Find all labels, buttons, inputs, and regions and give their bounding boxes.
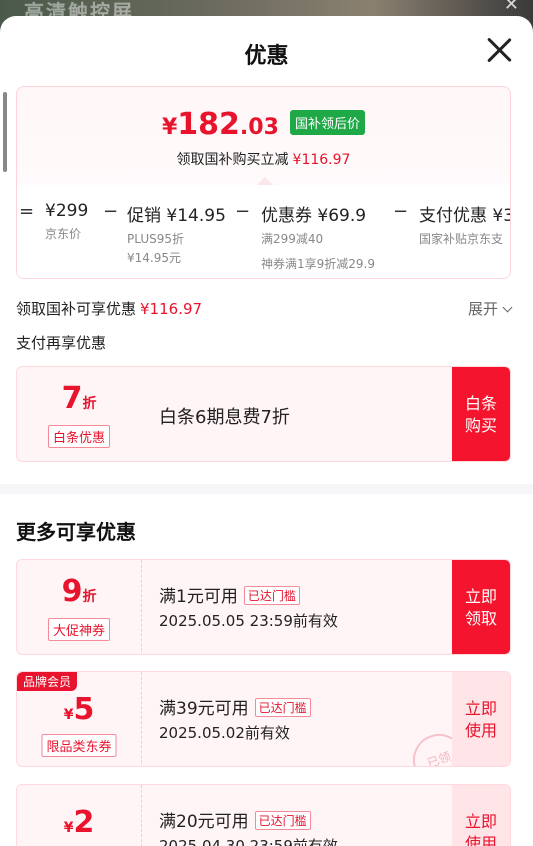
price-breakdown[interactable]: = ¥299 京东价 − 促销 ¥14.95 PLUS95折 ¥14.95元 −… bbox=[17, 185, 511, 278]
button-line1: 立即 bbox=[464, 587, 497, 606]
section-divider bbox=[0, 484, 533, 494]
subsidy-discount-value: ¥116.97 bbox=[292, 152, 351, 168]
use-coupon-button[interactable]: 立即 使用 bbox=[452, 672, 510, 766]
jd-price-label: 京东价 bbox=[45, 227, 82, 241]
breakdown-pointer bbox=[257, 177, 273, 185]
coupon-value: 9折 bbox=[61, 574, 97, 609]
breakdown-promo: 促销 ¥14.95 PLUS95折 ¥14.95元 bbox=[127, 201, 226, 266]
coupon-title: 白条6期息费7折 bbox=[159, 407, 290, 428]
expand-button[interactable]: 展开 bbox=[467, 298, 513, 319]
promo-value: 促销 ¥14.95 bbox=[127, 206, 226, 226]
price-currency: ¥ bbox=[161, 115, 178, 140]
minus-sign: − bbox=[235, 201, 251, 222]
breakdown-coupon: 优惠券 ¥69.9 满299减40 神券满1享9折减29.9 bbox=[261, 201, 375, 272]
coupon-sub2: 神券满1享9折减29.9 bbox=[261, 257, 375, 271]
coupon-title: 满39元可用 已达门槛 bbox=[159, 694, 311, 719]
baitiao-coupon: 7折 白条优惠 白条6期息费7折 白条 购买 bbox=[16, 366, 511, 462]
promo-sub2: ¥14.95元 bbox=[127, 251, 181, 265]
button-line1: 立即 bbox=[464, 699, 497, 718]
pay-discount-value: 支付优惠 ¥3 bbox=[419, 206, 511, 226]
coupon-value-block: 9折 大促神券 bbox=[17, 560, 141, 654]
subsidy-discount-line: 领取国补购买立减 ¥116.97 bbox=[17, 149, 510, 169]
button-line2: 购买 bbox=[464, 416, 497, 435]
coupon-card: ¥2 满20元可用 已达门槛 2025.04.30 23:59前有效 立即 使用 bbox=[16, 784, 511, 846]
subsidy-discount-label: 领取国补购买立减 bbox=[176, 152, 289, 168]
use-coupon-button[interactable]: 立即 使用 bbox=[452, 785, 510, 846]
coupon-title: 满20元可用 已达门槛 bbox=[159, 807, 311, 832]
subsidy-summary-value: ¥116.97 bbox=[140, 300, 203, 318]
threshold-badge: 已达门槛 bbox=[254, 811, 311, 830]
final-price: ¥182.03 国补领后价 bbox=[17, 107, 510, 142]
coupon-divider bbox=[141, 785, 142, 846]
breakdown-pay: 支付优惠 ¥3 国家补贴京东支 bbox=[419, 201, 511, 247]
coupon-type-label: 限品类东券 bbox=[41, 734, 117, 757]
baitiao-buy-button[interactable]: 白条 购买 bbox=[452, 367, 510, 461]
minus-sign: − bbox=[103, 201, 119, 222]
jd-price-value: ¥299 bbox=[45, 201, 89, 221]
price-integer: 182 bbox=[177, 107, 240, 142]
coupon-type-label: 白条优惠 bbox=[47, 425, 111, 448]
subsidy-price-tag: 国补领后价 bbox=[290, 110, 366, 135]
coupon-expiry: 2025.05.05 23:59前有效 bbox=[159, 612, 338, 630]
coupon-value: ¥2 bbox=[63, 805, 95, 840]
button-line2: 领取 bbox=[464, 609, 497, 628]
coupon-value-block: ¥2 bbox=[17, 785, 141, 846]
subsidy-summary-label: 领取国补可享优惠 bbox=[16, 300, 137, 318]
coupon-card: ¥5 限品类东券 品牌会员 满39元可用 已达门槛 2025.05.02前有效 已… bbox=[16, 671, 511, 767]
coupon-value: ¥5 bbox=[63, 692, 95, 727]
coupon-sub: 满299减40 bbox=[261, 232, 324, 246]
button-line2: 使用 bbox=[464, 834, 497, 846]
coupon-title: 满1元可用 已达门槛 bbox=[159, 582, 300, 607]
button-line1: 立即 bbox=[464, 812, 497, 831]
price-decimal: .03 bbox=[239, 115, 279, 140]
background-close-icon[interactable]: ✕ bbox=[504, 0, 519, 15]
more-discounts-title: 更多可享优惠 bbox=[16, 520, 136, 544]
coupon-type-label: 大促神券 bbox=[47, 618, 111, 641]
pay-again-label: 支付再享优惠 bbox=[16, 334, 107, 352]
final-price-card: ¥182.03 国补领后价 领取国补购买立减 ¥116.97 = ¥299 京东价… bbox=[16, 86, 511, 279]
equals-sign: = bbox=[19, 201, 35, 222]
coupon-expiry: 2025.05.02前有效 bbox=[159, 724, 290, 742]
scrollbar[interactable] bbox=[3, 92, 7, 172]
discount-sheet: 优惠 ¥182.03 国补领后价 领取国补购买立减 ¥116.97 = ¥299 … bbox=[0, 16, 533, 846]
promo-sub: PLUS95折 bbox=[127, 232, 184, 246]
button-line2: 使用 bbox=[464, 721, 497, 740]
coupon-divider bbox=[141, 672, 142, 766]
pay-discount-sub: 国家补贴京东支 bbox=[419, 232, 504, 246]
coupon-value-block: 7折 白条优惠 bbox=[17, 367, 141, 461]
minus-sign: − bbox=[393, 201, 409, 222]
threshold-badge: 已达门槛 bbox=[254, 698, 311, 717]
chevron-down-icon bbox=[502, 302, 513, 313]
expand-label: 展开 bbox=[467, 300, 498, 318]
coupon-value: 优惠券 ¥69.9 bbox=[261, 206, 367, 226]
threshold-badge: 已达门槛 bbox=[243, 586, 300, 605]
coupon-value: 7折 bbox=[61, 381, 97, 416]
breakdown-jd-price: ¥299 京东价 bbox=[45, 201, 88, 242]
brand-member-tag: 品牌会员 bbox=[17, 672, 78, 691]
coupon-card: 9折 大促神券 满1元可用 已达门槛 2025.05.05 23:59前有效 立即… bbox=[16, 559, 511, 655]
button-line1: 白条 bbox=[464, 394, 497, 413]
coupon-expiry: 2025.04.30 23:59前有效 bbox=[159, 837, 338, 846]
coupon-divider bbox=[141, 560, 142, 654]
subsidy-summary-row: 领取国补可享优惠 ¥116.97 bbox=[16, 298, 202, 319]
close-icon[interactable] bbox=[485, 36, 513, 64]
claim-coupon-button[interactable]: 立即 领取 bbox=[452, 560, 510, 654]
sheet-title: 优惠 bbox=[244, 44, 289, 69]
